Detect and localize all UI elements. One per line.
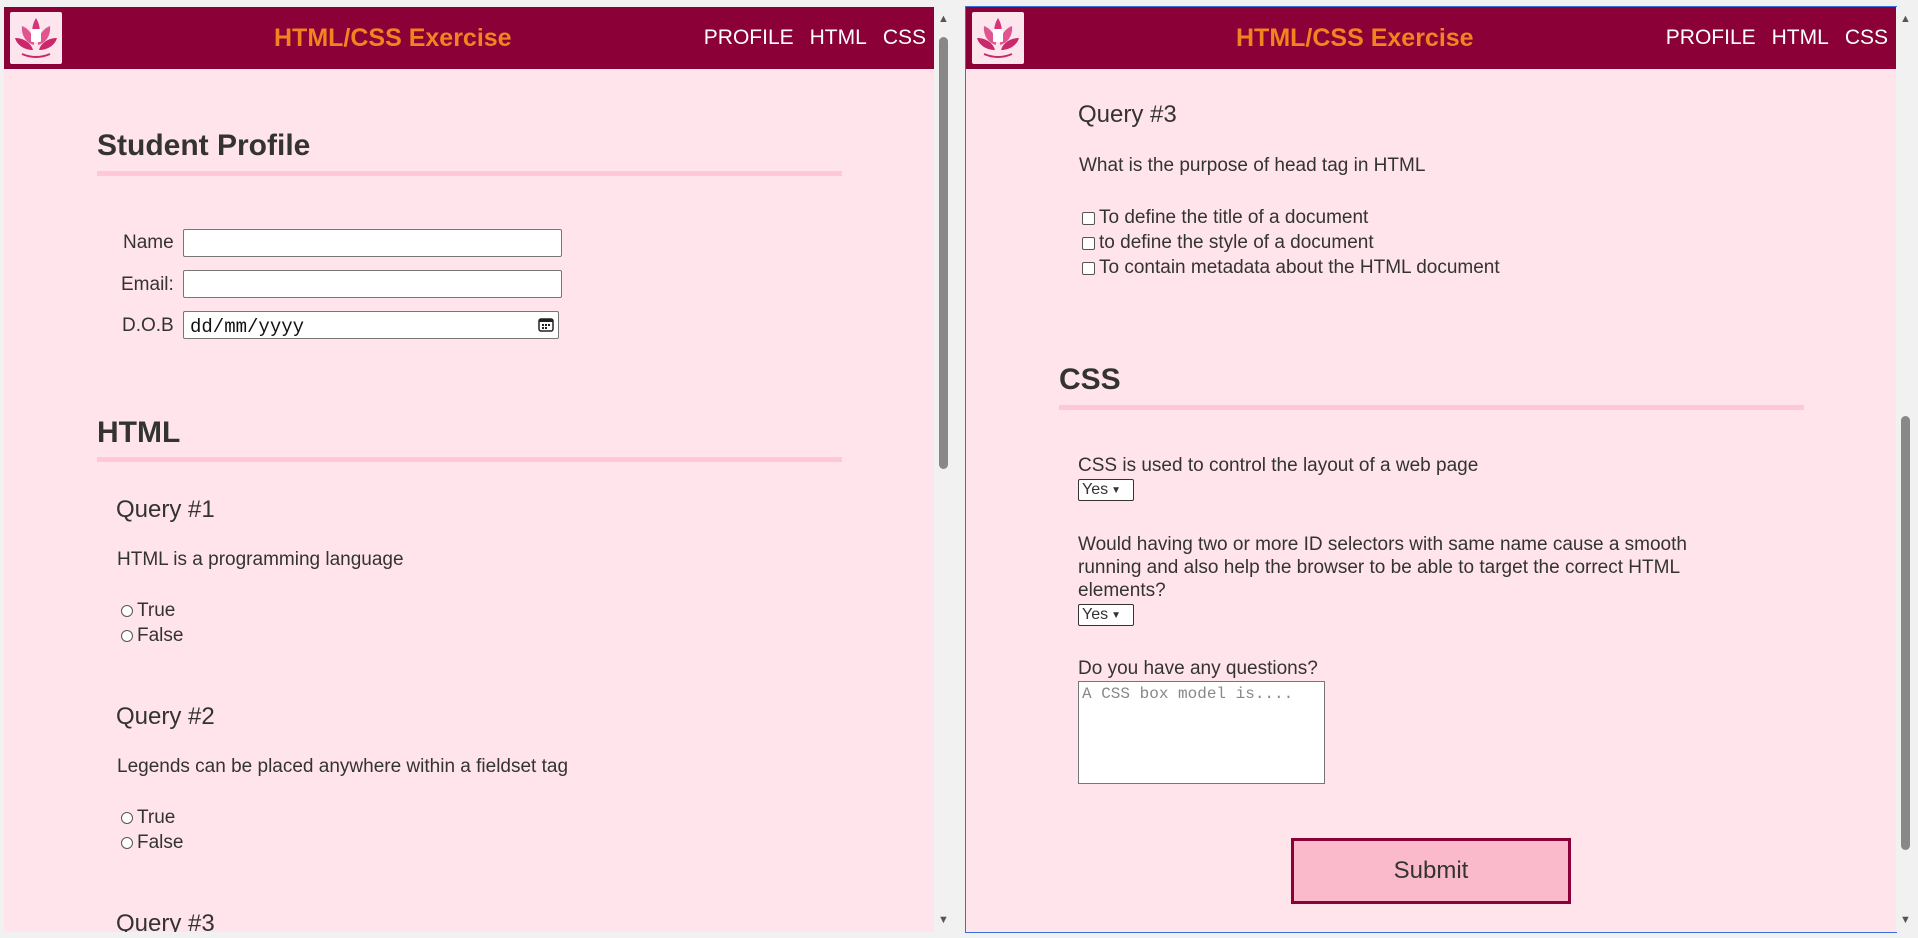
- left-content: Student Profile Name Email: D.O.B dd/mm/…: [4, 69, 934, 932]
- select-value: Yes: [1082, 481, 1109, 498]
- query-3-title: Query #3: [1078, 101, 1177, 128]
- radio-button[interactable]: [121, 630, 133, 642]
- nav-link-profile[interactable]: PROFILE: [1666, 26, 1756, 50]
- submit-button[interactable]: Submit: [1291, 838, 1571, 904]
- checkbox[interactable]: [1082, 211, 1095, 225]
- nav-link-css[interactable]: CSS: [1845, 26, 1888, 50]
- right-scroll-thumb[interactable]: [1901, 416, 1910, 850]
- scroll-down-arrow-icon[interactable]: ▼: [938, 914, 949, 926]
- scroll-down-arrow-icon[interactable]: ▼: [1900, 914, 1911, 926]
- query-1-option-false[interactable]: False: [121, 625, 183, 647]
- css-question-1-select[interactable]: Yes ▼: [1078, 479, 1134, 501]
- css-heading: CSS: [1059, 363, 1121, 396]
- query-3-option-1[interactable]: To define the title of a document: [1082, 207, 1368, 229]
- query-2-option-false[interactable]: False: [121, 832, 183, 854]
- query-1-text: HTML is a programming language: [117, 549, 404, 570]
- query-3-title: Query #3: [116, 910, 215, 932]
- checkbox[interactable]: [1082, 236, 1095, 250]
- radio-button[interactable]: [121, 812, 133, 824]
- html-heading: HTML: [97, 416, 181, 449]
- option-label: True: [137, 600, 176, 621]
- scroll-up-arrow-icon[interactable]: ▲: [1900, 13, 1911, 25]
- lotus-logo-icon: [10, 12, 62, 64]
- name-label: Name: [123, 232, 174, 253]
- query-1-title: Query #1: [116, 496, 215, 523]
- select-value: Yes: [1082, 606, 1109, 623]
- css-question-1-text: CSS is used to control the layout of a w…: [1078, 455, 1479, 476]
- email-input[interactable]: [183, 270, 562, 298]
- name-input[interactable]: [183, 229, 562, 257]
- css-question-2-text: Would having two or more ID selectors wi…: [1078, 533, 1687, 602]
- nav-link-profile[interactable]: PROFILE: [704, 26, 794, 50]
- query-2-title: Query #2: [116, 703, 215, 730]
- chevron-down-icon: ▼: [1111, 609, 1122, 621]
- query-1-option-true[interactable]: True: [121, 600, 175, 622]
- dob-input[interactable]: dd/mm/yyyy: [183, 311, 559, 339]
- right-scrollbar[interactable]: ▲ ▼: [1896, 7, 1914, 932]
- question-line: running and also help the browser to be …: [1078, 557, 1681, 578]
- option-label: To contain metadata about the HTML docum…: [1099, 257, 1500, 278]
- query-3-option-3[interactable]: To contain metadata about the HTML docum…: [1082, 257, 1500, 279]
- option-label: True: [137, 807, 176, 828]
- option-label: False: [137, 625, 184, 646]
- nav-link-html[interactable]: HTML: [810, 26, 867, 50]
- chevron-down-icon: ▼: [1111, 484, 1122, 496]
- query-3-text: What is the purpose of head tag in HTML: [1079, 155, 1426, 176]
- left-scrollbar[interactable]: ▲ ▼: [934, 7, 952, 932]
- option-label: to define the style of a document: [1099, 232, 1374, 253]
- radio-button[interactable]: [121, 605, 133, 617]
- left-scroll-thumb[interactable]: [939, 37, 948, 469]
- query-3-option-2[interactable]: to define the style of a document: [1082, 232, 1374, 254]
- nav-links: PROFILE HTML CSS: [1666, 26, 1888, 50]
- css-divider: [1059, 405, 1804, 410]
- lotus-logo-icon: [972, 12, 1024, 64]
- option-label: To define the title of a document: [1099, 207, 1369, 228]
- questions-label: Do you have any questions?: [1078, 658, 1318, 679]
- calendar-icon[interactable]: [538, 317, 554, 337]
- query-2-option-true[interactable]: True: [121, 807, 175, 829]
- profile-heading: Student Profile: [97, 129, 311, 162]
- nav-link-css[interactable]: CSS: [883, 26, 926, 50]
- option-label: False: [137, 832, 184, 853]
- radio-button[interactable]: [121, 837, 133, 849]
- profile-divider: [97, 171, 842, 176]
- right-content: Query #3 What is the purpose of head tag…: [966, 69, 1896, 932]
- navbar: HTML/CSS Exercise PROFILE HTML CSS: [966, 7, 1896, 69]
- query-2-text: Legends can be placed anywhere within a …: [117, 756, 569, 777]
- nav-title: HTML/CSS Exercise: [274, 24, 512, 52]
- css-question-2-select[interactable]: Yes ▼: [1078, 604, 1134, 626]
- dob-value: dd/mm/yyyy: [190, 316, 305, 338]
- nav-link-html[interactable]: HTML: [1772, 26, 1829, 50]
- question-line: Would having two or more ID selectors wi…: [1078, 534, 1687, 555]
- email-label: Email:: [121, 274, 174, 295]
- questions-textarea[interactable]: A CSS box model is....: [1078, 681, 1325, 784]
- left-pane: HTML/CSS Exercise PROFILE HTML CSS Stude…: [4, 7, 934, 932]
- nav-links: PROFILE HTML CSS: [704, 26, 926, 50]
- dob-label: D.O.B: [122, 315, 174, 336]
- textarea-placeholder: A CSS box model is....: [1082, 685, 1294, 703]
- html-divider: [97, 457, 842, 462]
- scroll-up-arrow-icon[interactable]: ▲: [938, 13, 949, 25]
- nav-title: HTML/CSS Exercise: [1236, 24, 1474, 52]
- question-line: elements?: [1078, 580, 1166, 601]
- checkbox[interactable]: [1082, 261, 1095, 275]
- navbar: HTML/CSS Exercise PROFILE HTML CSS: [4, 7, 934, 69]
- right-pane: HTML/CSS Exercise PROFILE HTML CSS Query…: [965, 6, 1897, 933]
